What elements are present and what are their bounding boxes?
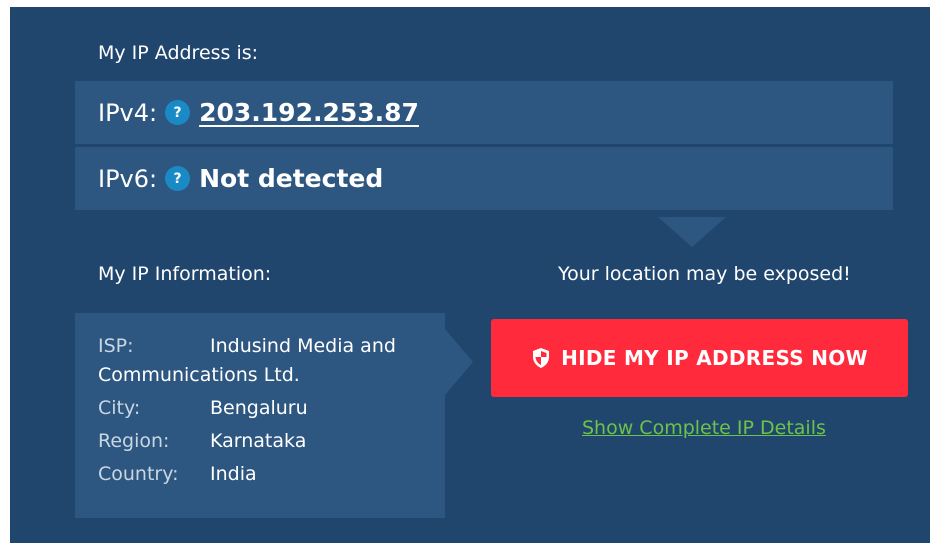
show-ip-details-link[interactable]: Show Complete IP Details	[582, 417, 826, 439]
city-value: Bengaluru	[210, 397, 308, 419]
exposure-warning: Your location may be exposed!	[558, 263, 851, 285]
city-key: City:	[98, 397, 141, 419]
ip-address-heading: My IP Address is:	[98, 42, 259, 64]
ipv6-row: IPv6: ? Not detected	[75, 147, 893, 210]
ip-information-box: ISP: Indusind Media and Communications L…	[75, 313, 445, 518]
hide-ip-button[interactable]: HIDE MY IP ADDRESS NOW	[491, 319, 908, 397]
ip-information-heading: My IP Information:	[98, 263, 272, 285]
region-value: Karnataka	[210, 430, 307, 452]
ip-check-panel: My IP Address is: IPv4: ? 203.192.253.87…	[10, 7, 930, 543]
shield-icon	[533, 348, 550, 368]
hide-ip-button-label: HIDE MY IP ADDRESS NOW	[561, 346, 868, 370]
ipv4-value[interactable]: 203.192.253.87	[199, 98, 419, 127]
ipv4-row: IPv4: ? 203.192.253.87	[75, 81, 893, 144]
isp-value-line2: Communications Ltd.	[98, 364, 300, 386]
ipv4-label: IPv4:	[98, 98, 158, 127]
country-key: Country:	[98, 463, 179, 485]
country-value: India	[210, 463, 257, 485]
ipv6-label: IPv6:	[98, 164, 158, 193]
region-key: Region:	[98, 430, 170, 452]
pointer-arrow-right	[445, 329, 473, 395]
question-mark-icon[interactable]: ?	[165, 100, 191, 125]
isp-key: ISP:	[98, 335, 134, 357]
pointer-arrow-down	[658, 217, 726, 247]
ipv6-value: Not detected	[199, 164, 384, 193]
isp-value-line1: Indusind Media and	[210, 335, 396, 357]
question-mark-icon[interactable]: ?	[165, 166, 191, 191]
